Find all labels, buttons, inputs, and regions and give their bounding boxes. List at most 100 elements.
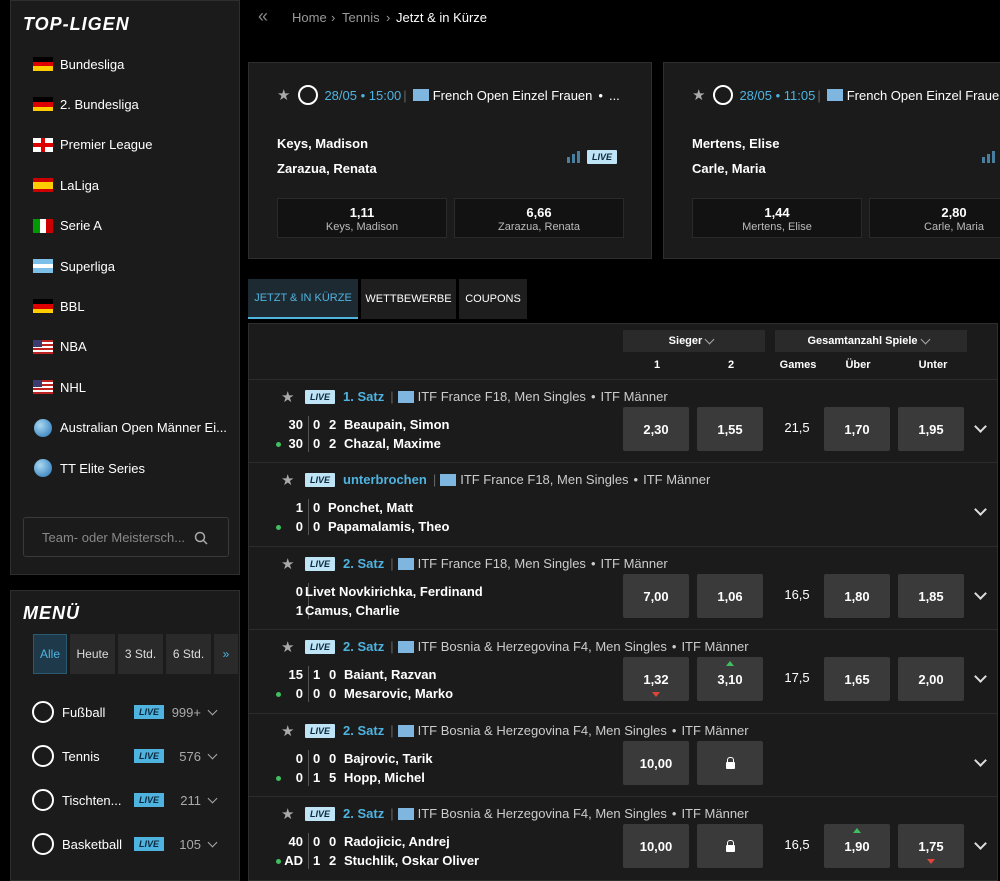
league-item[interactable]: 2. Bundesliga [32, 84, 242, 124]
under-button[interactable]: 1,75 [898, 824, 964, 868]
star-icon[interactable]: ★ [277, 86, 290, 104]
over-button[interactable]: 1,65 [824, 657, 890, 701]
league-item[interactable]: Premier League [32, 125, 242, 165]
odd-button-2[interactable]: 2,80 Carle, Maria [869, 198, 1000, 238]
star-icon[interactable]: ★ [281, 640, 295, 655]
sieger-dropdown[interactable]: Sieger [623, 330, 765, 352]
match-league: ITF France F18, Men Singles [417, 556, 586, 571]
gesamt-dropdown[interactable]: Gesamtanzahl Spiele [775, 330, 967, 352]
chevron-down-icon[interactable] [207, 793, 218, 803]
breadcrumb-sep-icon: › [331, 10, 336, 25]
sport-label: Fußball [62, 704, 106, 720]
match-phase: unterbrochen [343, 472, 427, 487]
live-badge: LIVE [305, 806, 336, 821]
col-unter: Unter [918, 359, 948, 371]
featured-match-card[interactable]: ★ 28/05 • 15:00 | French Open Einzel Fra… [248, 62, 652, 259]
over-button[interactable]: 1,80 [824, 574, 890, 618]
league-item[interactable]: Bundesliga [32, 44, 242, 84]
star-icon[interactable]: ★ [281, 724, 295, 739]
stats-icon[interactable] [567, 151, 581, 163]
odd-value: 1,32 [643, 671, 669, 687]
star-icon[interactable]: ★ [281, 390, 295, 405]
tab-coupons[interactable]: COUPONS [459, 279, 527, 319]
tab-wettbewerbe[interactable]: WETTBEWERBE [361, 279, 456, 319]
star-icon[interactable]: ★ [692, 86, 705, 104]
odd-button-1[interactable]: 10,00 [623, 741, 689, 785]
star-icon[interactable]: ★ [281, 473, 295, 488]
match-row[interactable]: ★ LIVE 1. Satz | ITF France F18, Men Singles… [249, 379, 997, 462]
match-row[interactable]: ★ LIVE 2. Satz | ITF France F18, Men Singles… [249, 546, 997, 629]
odd-value: 1,44 [764, 205, 790, 220]
league-item[interactable]: Australian Open Männer Ei... [32, 408, 242, 448]
odd-button-1[interactable]: 1,11 Keys, Madison [277, 198, 447, 238]
league-item[interactable]: NBA [32, 327, 242, 367]
league-item[interactable]: Serie A [32, 206, 242, 246]
sport-item[interactable]: Basketball LIVE 105 [22, 822, 222, 866]
tennis-icon [32, 745, 54, 767]
over-button[interactable]: 1,90 [824, 824, 890, 868]
odds-up-icon [726, 661, 734, 666]
player-2-name: Chazal, Maxime [344, 436, 441, 451]
match-meta: LIVE 1. Satz | ITF France F18, Men Singles •… [305, 389, 668, 404]
sport-item[interactable]: Tischten... LIVE 211 [22, 778, 222, 822]
chevron-down-icon[interactable] [974, 420, 987, 433]
chevron-down-icon[interactable] [207, 749, 218, 759]
globe-flag-icon [397, 640, 414, 653]
odd-button-2[interactable]: 3,10 [697, 657, 763, 701]
odd-value: 3,10 [717, 671, 743, 687]
search-icon[interactable] [194, 531, 208, 545]
odd-value: 1,80 [844, 588, 870, 604]
odd-button-1[interactable]: 1,44 Mertens, Elise [692, 198, 862, 238]
chevron-down-icon[interactable] [974, 587, 987, 600]
odd-button-1[interactable]: 10,00 [623, 824, 689, 868]
league-item[interactable]: NHL [32, 367, 242, 407]
match-row[interactable]: ★ LIVE 2. Satz | ITF Bosnia & Herzegovina F4… [249, 629, 997, 712]
odd-button-1[interactable]: 7,00 [623, 574, 689, 618]
match-row[interactable]: ★ LIVE 2. Satz | ITF Bosnia & Herzegovina F4… [249, 713, 997, 796]
sport-item[interactable]: Fußball LIVE 999+ [22, 690, 222, 734]
match-row[interactable]: ★ LIVE 2. Satz | ITF Bosnia & Herzegovina F4… [249, 796, 997, 879]
filter-alle[interactable]: Alle [33, 634, 67, 674]
league-search-input[interactable]: Team- oder Meistersch... [23, 517, 229, 557]
chevron-down-icon[interactable] [974, 503, 987, 516]
globe-flag-icon [397, 390, 414, 403]
filter-scroll-right[interactable]: » [214, 634, 238, 674]
chevron-down-icon[interactable] [974, 754, 987, 767]
odd-button-1[interactable]: 1,32 [623, 657, 689, 701]
odd-button-2[interactable]: 6,66 Zarazua, Renata [454, 198, 624, 238]
league-item[interactable]: Superliga [32, 246, 242, 286]
chevron-down-icon[interactable] [974, 837, 987, 850]
under-button[interactable]: 1,85 [898, 574, 964, 618]
featured-match-card[interactable]: ★ 28/05 • 11:05 | French Open Einzel Fra… [663, 62, 1000, 259]
chevron-down-icon[interactable] [207, 837, 218, 847]
odd-button-1[interactable]: 2,30 [623, 407, 689, 451]
filter-3std[interactable]: 3 Std. [118, 634, 163, 674]
live-badge: LIVE [587, 150, 618, 164]
collapse-icon[interactable]: « [258, 6, 268, 27]
chevron-down-icon[interactable] [207, 705, 218, 715]
under-button[interactable]: 1,95 [898, 407, 964, 451]
star-icon[interactable]: ★ [281, 807, 295, 822]
stats-icon[interactable] [982, 151, 996, 163]
tennis-icon [713, 85, 734, 105]
tab-jetzt[interactable]: JETZT & IN KÜRZE [248, 279, 358, 319]
league-item[interactable]: LaLiga [32, 165, 242, 205]
card-competition: French Open Einzel Fraue [846, 87, 1000, 103]
league-item[interactable]: TT Elite Series [32, 448, 242, 488]
odd-button-2[interactable]: 1,06 [697, 574, 763, 618]
breadcrumb-tennis[interactable]: Tennis [342, 10, 380, 25]
filter-6std[interactable]: 6 Std. [166, 634, 211, 674]
sport-item[interactable]: Tennis LIVE 576 [22, 734, 222, 778]
star-icon[interactable]: ★ [281, 557, 295, 572]
p1-points: 0 [295, 751, 303, 766]
breadcrumb-home[interactable]: Home [292, 10, 327, 25]
under-button[interactable]: 2,00 [898, 657, 964, 701]
flag-es-icon [33, 178, 53, 193]
odd-button-2[interactable]: 1,55 [697, 407, 763, 451]
over-button[interactable]: 1,70 [824, 407, 890, 451]
match-row[interactable]: ★ LIVE unterbrochen | ITF France F18, Men Si… [249, 462, 997, 545]
filter-heute[interactable]: Heute [70, 634, 115, 674]
league-item[interactable]: BBL [32, 286, 242, 326]
odd-value: 1,90 [844, 838, 870, 854]
chevron-down-icon[interactable] [974, 670, 987, 683]
